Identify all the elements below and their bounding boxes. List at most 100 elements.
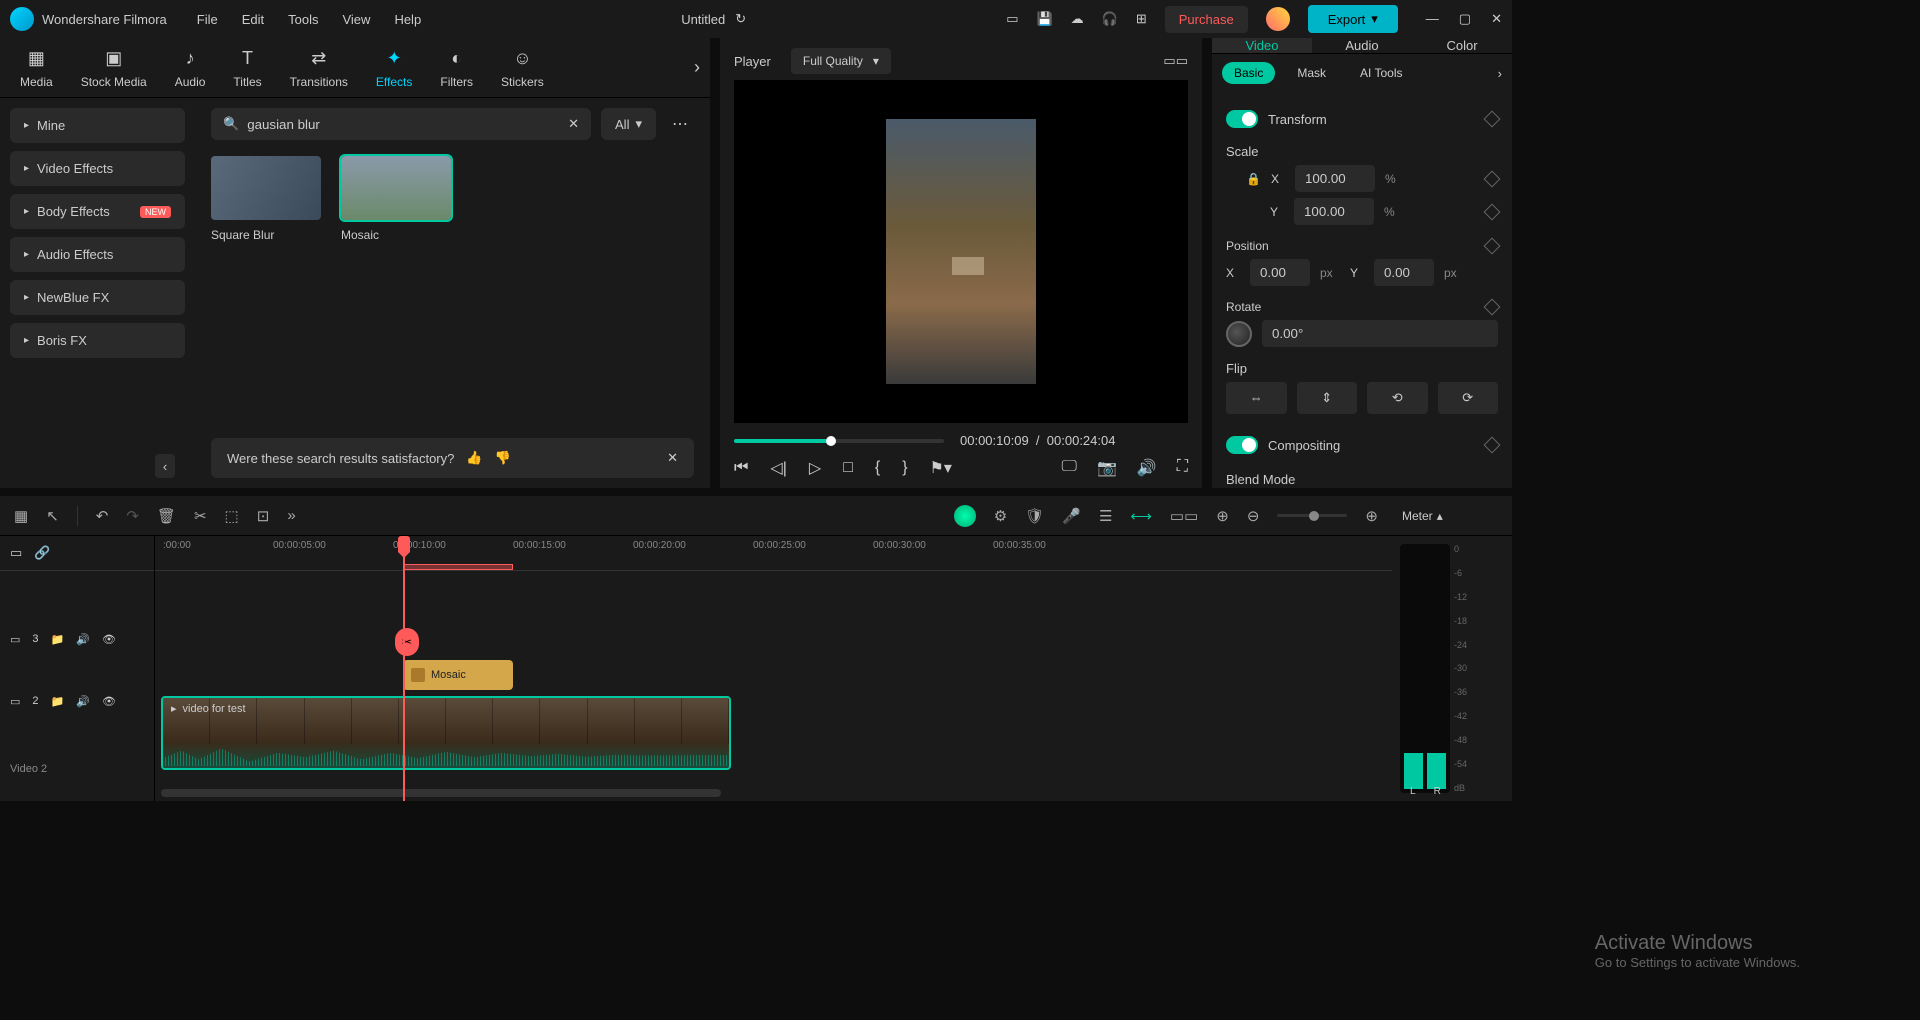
keyframe-icon[interactable] bbox=[1484, 299, 1501, 316]
zoom-slider[interactable] bbox=[1277, 514, 1347, 517]
prev-frame-icon[interactable]: ⏮ bbox=[734, 459, 748, 477]
props-tab-audio[interactable]: Audio bbox=[1312, 38, 1412, 53]
play-icon[interactable]: ▷ bbox=[809, 458, 821, 478]
pointer-icon[interactable]: ↖ bbox=[46, 507, 59, 525]
seek-bar[interactable] bbox=[734, 439, 944, 443]
keyframe-icon[interactable] bbox=[1484, 203, 1501, 220]
menu-edit[interactable]: Edit bbox=[242, 12, 264, 27]
user-avatar[interactable] bbox=[1266, 7, 1290, 31]
menu-help[interactable]: Help bbox=[394, 12, 421, 27]
position-y-input[interactable] bbox=[1374, 259, 1434, 286]
sub-tab-mask[interactable]: Mask bbox=[1285, 62, 1338, 84]
crop-icon[interactable]: ⊡ bbox=[257, 507, 270, 525]
history-icon[interactable]: ↻ bbox=[735, 11, 746, 27]
props-tab-video[interactable]: Video bbox=[1212, 38, 1312, 53]
rotate-dial[interactable] bbox=[1226, 321, 1252, 347]
tab-stickers[interactable]: ☺Stickers bbox=[491, 43, 554, 93]
props-tab-color[interactable]: Color bbox=[1412, 38, 1512, 53]
marker-dropdown-icon[interactable]: ⚑▾ bbox=[930, 458, 952, 478]
device-icon[interactable]: ▭ bbox=[1006, 11, 1018, 27]
more-tools-icon[interactable]: » bbox=[287, 507, 295, 524]
sidebar-item-newblue-fx[interactable]: ▸NewBlue FX bbox=[10, 280, 185, 315]
link-icon[interactable]: 🔗 bbox=[34, 545, 50, 561]
more-options-icon[interactable]: ⋯ bbox=[666, 114, 694, 134]
sub-tab-basic[interactable]: Basic bbox=[1222, 62, 1275, 84]
thumbs-up-icon[interactable]: 👍 bbox=[466, 450, 482, 466]
maximize-icon[interactable]: ▢ bbox=[1459, 11, 1471, 27]
compare-icon[interactable]: ▭▭ bbox=[1163, 53, 1188, 68]
tab-filters[interactable]: ◐Filters bbox=[430, 43, 483, 93]
export-button[interactable]: Export▾ bbox=[1308, 5, 1398, 33]
lock-icon[interactable]: 🔒 bbox=[1246, 172, 1261, 186]
timeline-ruler[interactable]: :00:00 00:00:05:00 00:00:10:00 00:00:15:… bbox=[155, 536, 1392, 571]
track-settings-icon[interactable]: ▭ bbox=[10, 545, 22, 561]
split-icon[interactable]: ⟷ bbox=[1130, 507, 1152, 525]
keyframe-icon[interactable] bbox=[1484, 437, 1501, 454]
clear-search-icon[interactable]: ✕ bbox=[568, 116, 579, 132]
zoom-in-icon[interactable]: ⊕ bbox=[1365, 507, 1378, 525]
stop-icon[interactable]: □ bbox=[843, 459, 853, 477]
cut-marker-icon[interactable]: ✂ bbox=[395, 628, 419, 656]
scale-y-input[interactable] bbox=[1294, 198, 1374, 225]
cut-icon[interactable]: ✂ bbox=[194, 507, 207, 525]
tab-titles[interactable]: TTitles bbox=[223, 43, 271, 93]
mark-out-icon[interactable]: } bbox=[902, 459, 907, 477]
transform-toggle[interactable] bbox=[1226, 110, 1258, 128]
menu-file[interactable]: File bbox=[197, 12, 218, 27]
visibility-icon[interactable]: 👁 bbox=[102, 633, 116, 646]
close-icon[interactable]: ✕ bbox=[1491, 11, 1502, 27]
clip-mosaic[interactable]: Mosaic bbox=[403, 660, 513, 690]
feedback-close-icon[interactable]: ✕ bbox=[667, 450, 678, 466]
keyframe-icon[interactable] bbox=[1484, 238, 1501, 255]
tab-media[interactable]: ▦Media bbox=[10, 43, 63, 93]
timeline-scrollbar[interactable] bbox=[161, 789, 721, 797]
thumbs-down-icon[interactable]: 👎 bbox=[495, 450, 511, 466]
undo-icon[interactable]: ↶ bbox=[96, 507, 109, 525]
sidebar-item-video-effects[interactable]: ▸Video Effects bbox=[10, 151, 185, 186]
rotate-input[interactable] bbox=[1262, 320, 1498, 347]
keyframe-icon[interactable] bbox=[1484, 111, 1501, 128]
purchase-button[interactable]: Purchase bbox=[1165, 6, 1248, 33]
sub-tab-ai-tools[interactable]: AI Tools bbox=[1348, 62, 1414, 84]
redo-icon[interactable]: ↷ bbox=[126, 507, 139, 525]
result-square-blur[interactable]: Square Blur bbox=[211, 156, 321, 242]
expand-icon[interactable]: ⊕ bbox=[1216, 507, 1229, 525]
cloud-icon[interactable]: ☁ bbox=[1071, 11, 1084, 27]
sidebar-collapse-icon[interactable]: ‹ bbox=[155, 454, 175, 478]
shield-icon[interactable]: 🛡 bbox=[1025, 507, 1044, 525]
scale-x-input[interactable] bbox=[1295, 165, 1375, 192]
fullscreen-icon[interactable]: ⛶ bbox=[1177, 458, 1188, 478]
tab-audio[interactable]: ♪Audio bbox=[165, 43, 216, 93]
flip-vertical-button[interactable]: ⇕ bbox=[1297, 382, 1358, 414]
zoom-out-icon[interactable]: ⊖ bbox=[1247, 507, 1260, 525]
volume-icon[interactable]: 🔊 bbox=[1137, 458, 1157, 478]
video-preview[interactable] bbox=[734, 80, 1188, 423]
snapshot-icon[interactable]: 📷 bbox=[1097, 458, 1117, 478]
flip-rotate-left-button[interactable]: ⟲ bbox=[1367, 382, 1428, 414]
step-back-icon[interactable]: ◁| bbox=[770, 458, 786, 478]
sidebar-item-boris-fx[interactable]: ▸Boris FX bbox=[10, 323, 185, 358]
ai-assistant-icon[interactable] bbox=[954, 505, 976, 527]
grid-icon[interactable]: ▦ bbox=[14, 507, 28, 525]
folder-icon[interactable]: 📁 bbox=[51, 633, 65, 646]
list-icon[interactable]: ☰ bbox=[1099, 507, 1112, 525]
search-input[interactable] bbox=[247, 117, 560, 132]
tab-effects[interactable]: ✦Effects bbox=[366, 43, 422, 93]
display-icon[interactable]: 🖵 bbox=[1062, 458, 1077, 478]
mic-icon[interactable]: 🎤 bbox=[1062, 507, 1081, 525]
sidebar-item-body-effects[interactable]: ▸Body EffectsNEW bbox=[10, 194, 185, 229]
apps-icon[interactable]: ⊞ bbox=[1136, 11, 1147, 27]
clip-video[interactable]: ▸video for test bbox=[161, 696, 731, 770]
visibility-icon[interactable]: 👁 bbox=[102, 695, 116, 708]
selection-range[interactable] bbox=[403, 564, 513, 570]
keyframe-icon[interactable] bbox=[1484, 170, 1501, 187]
group-icon[interactable]: ⬚ bbox=[225, 507, 239, 525]
mute-icon[interactable]: 🔊 bbox=[76, 695, 90, 708]
tabs-scroll-right-icon[interactable]: › bbox=[694, 57, 700, 78]
mark-in-icon[interactable]: { bbox=[875, 459, 880, 477]
render-icon[interactable]: ▭▭ bbox=[1170, 507, 1198, 525]
compositing-toggle[interactable] bbox=[1226, 436, 1258, 454]
flip-rotate-right-button[interactable]: ⟳ bbox=[1438, 382, 1499, 414]
settings-icon[interactable]: ⚙ bbox=[994, 507, 1007, 525]
search-filter-dropdown[interactable]: All▾ bbox=[601, 108, 656, 140]
